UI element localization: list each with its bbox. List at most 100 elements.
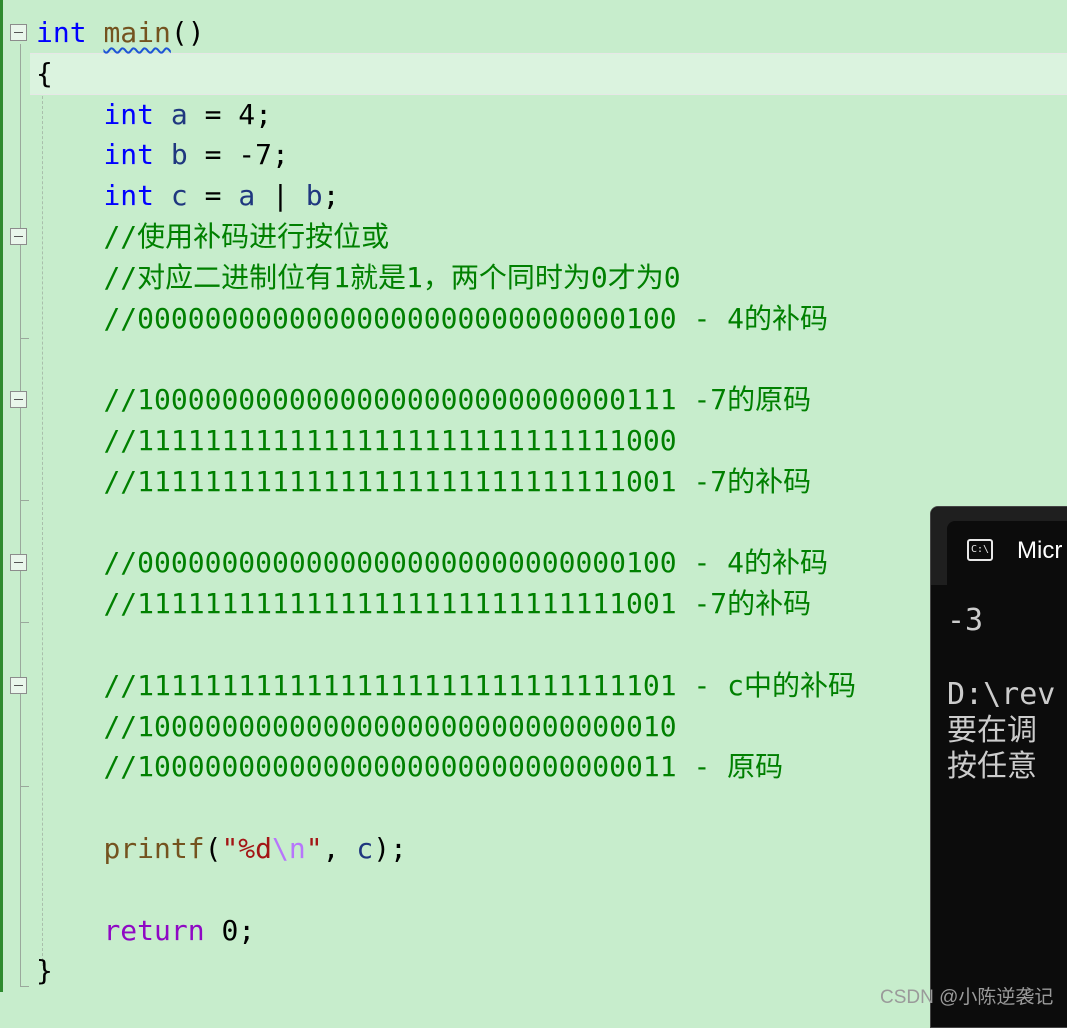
code-line[interactable]: //11111111111111111111111111111101 - c中的…: [36, 665, 856, 706]
code-token: = 4;: [187, 97, 273, 131]
code-token: );: [373, 832, 407, 865]
console-output-path: D:\rev: [947, 677, 1056, 712]
code-line[interactable]: //11111111111111111111111111111000: [36, 420, 677, 461]
code-token: (): [170, 16, 205, 49]
code-token: int: [103, 179, 155, 213]
code-editor[interactable]: int main(){ int a = 4; int b = -7; int c…: [0, 0, 1067, 1014]
code-token: //11111111111111111111111111111000: [103, 424, 677, 457]
code-token: //10000000000000000000000000000010: [103, 709, 677, 743]
collapse-main-icon[interactable]: [10, 24, 27, 41]
fold-end-tick: [20, 338, 29, 339]
collapse-comment-block-icon[interactable]: [10, 554, 27, 571]
code-token: a: [170, 97, 188, 131]
code-token: //对应二进制位有1就是1，两个同时为0才为0: [103, 260, 681, 294]
console-tab[interactable]: C:\ Micr: [947, 521, 1067, 585]
code-token: \n: [272, 832, 306, 865]
fold-guide-line: [20, 44, 21, 986]
code-line[interactable]: int b = -7;: [36, 134, 289, 175]
code-token: "%d: [221, 832, 273, 865]
code-token: return: [103, 913, 205, 947]
code-line[interactable]: int main(): [36, 12, 205, 53]
change-tracking-bar: [0, 0, 3, 992]
code-token: //00000000000000000000000000000100 - 4的补…: [103, 546, 829, 580]
code-token: //00000000000000000000000000000100 - 4的补…: [103, 301, 829, 335]
code-line[interactable]: //对应二进制位有1就是1，两个同时为0才为0: [36, 257, 681, 298]
code-line[interactable]: }: [36, 950, 53, 991]
code-token: ": [305, 832, 323, 865]
code-line[interactable]: return 0;: [36, 910, 255, 951]
code-token: }: [36, 954, 53, 988]
code-token: = -7;: [187, 138, 289, 172]
code-line[interactable]: //10000000000000000000000000000010: [36, 706, 677, 747]
code-token: b: [170, 138, 188, 172]
code-line[interactable]: //使用补码进行按位或: [36, 216, 389, 257]
console-output-result: -3: [947, 603, 984, 638]
code-token: c: [356, 832, 374, 865]
code-token: int: [103, 138, 155, 172]
code-line[interactable]: int a = 4;: [36, 94, 272, 135]
code-token: b: [305, 179, 323, 213]
code-line[interactable]: //00000000000000000000000000000100 - 4的补…: [36, 298, 828, 339]
code-line[interactable]: //00000000000000000000000000000100 - 4的补…: [36, 542, 828, 583]
console-app-icon: C:\: [967, 539, 993, 561]
fold-end-tick: [20, 786, 29, 787]
code-line[interactable]: {: [36, 53, 53, 94]
current-line-highlight: [30, 53, 1067, 95]
code-line[interactable]: printf("%d\n", c);: [36, 828, 407, 869]
code-token: //11111111111111111111111111111001 -7的补码: [103, 464, 812, 498]
console-titlebar[interactable]: C:\ Micr: [931, 507, 1067, 585]
code-token: //10000000000000000000000000000011 - 原码: [103, 750, 784, 784]
code-token: //10000000000000000000000000000111 -7的原码: [103, 383, 812, 417]
watermark: CSDN @小陈逆袭记: [880, 987, 1054, 1008]
code-token: 0;: [204, 913, 256, 947]
collapse-comment-block-icon[interactable]: [10, 228, 27, 245]
fold-end-tick: [20, 986, 29, 987]
collapse-comment-block-icon[interactable]: [10, 677, 27, 694]
code-token: //11111111111111111111111111111101 - c中的…: [103, 668, 857, 702]
console-output-message: 按任意: [947, 749, 1037, 784]
code-line[interactable]: int c = a | b;: [36, 175, 339, 216]
code-line[interactable]: //10000000000000000000000000000111 -7的原码: [36, 379, 811, 420]
code-token: (: [204, 832, 222, 865]
code-token: ;: [322, 179, 340, 213]
fold-end-tick: [20, 500, 29, 501]
code-line[interactable]: //11111111111111111111111111111001 -7的补码: [36, 461, 811, 502]
code-token: //11111111111111111111111111111001 -7的补码: [103, 587, 812, 621]
code-line[interactable]: //11111111111111111111111111111001 -7的补码: [36, 583, 811, 624]
code-token: a: [238, 179, 256, 213]
code-token: {: [36, 56, 53, 90]
fold-end-tick: [20, 622, 29, 623]
code-token: int: [103, 97, 155, 131]
code-token: |: [255, 179, 306, 213]
console-tab-label: Micr: [1017, 537, 1063, 564]
code-token: =: [187, 179, 239, 213]
collapse-comment-block-icon[interactable]: [10, 391, 27, 408]
code-token: //使用补码进行按位或: [103, 220, 390, 253]
code-line[interactable]: //10000000000000000000000000000011 - 原码: [36, 746, 783, 787]
code-token: ,: [322, 832, 357, 865]
console-window[interactable]: C:\ Micr -3 D:\rev 要在调 按任意: [930, 506, 1067, 1028]
code-token: main: [103, 16, 171, 49]
code-token: c: [170, 179, 188, 213]
code-token: int: [36, 16, 87, 49]
console-output-message: 要在调: [947, 713, 1037, 748]
